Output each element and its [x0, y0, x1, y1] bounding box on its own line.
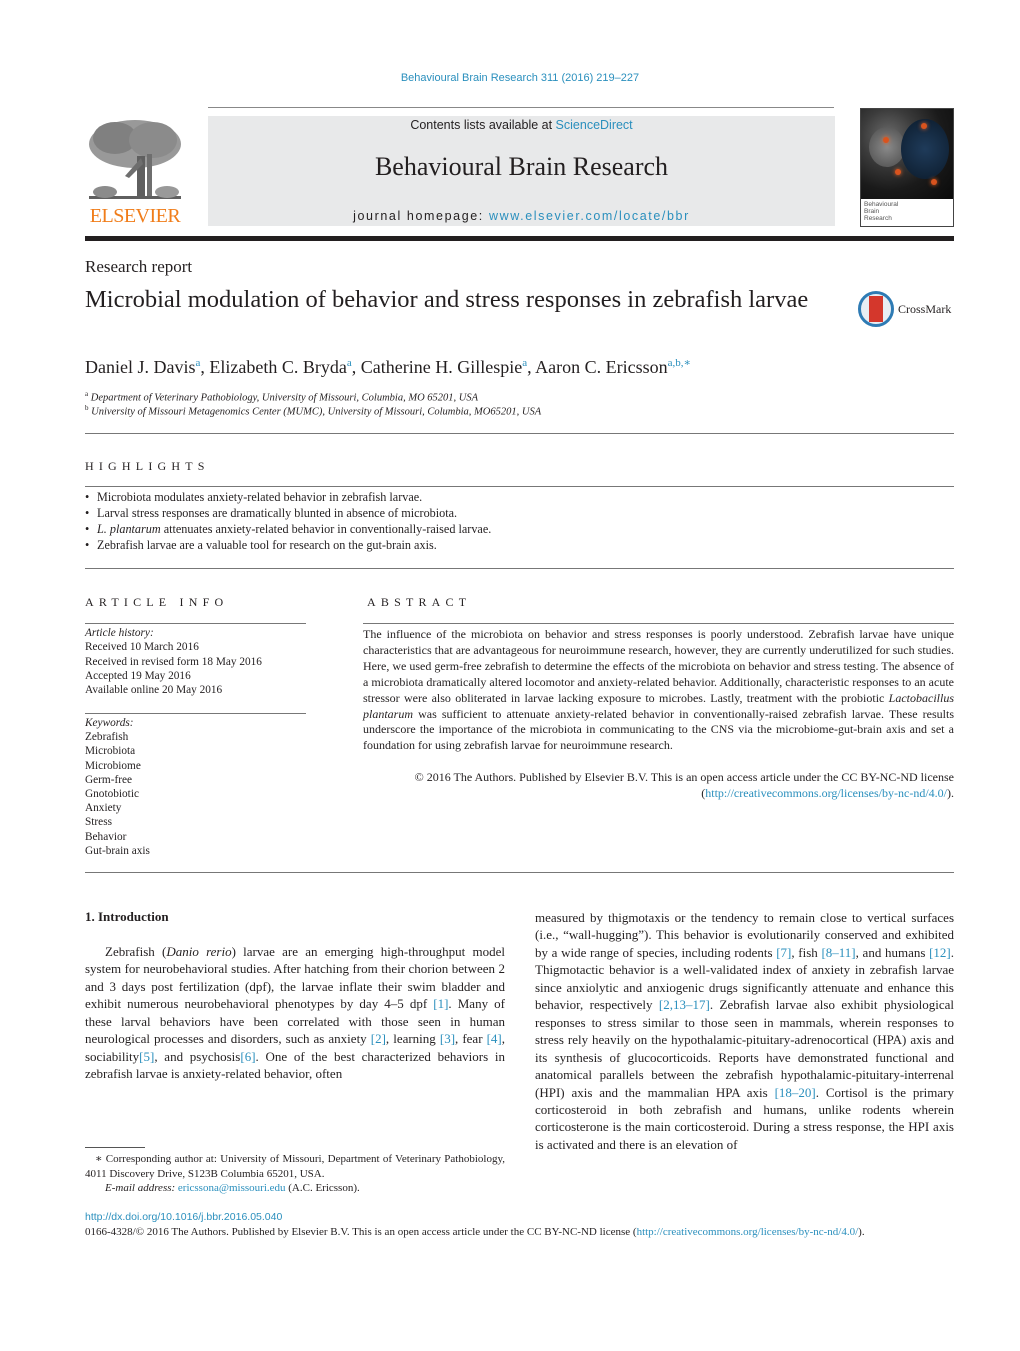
keyword: Behavior	[85, 831, 127, 843]
citation-link[interactable]: [6]	[240, 1049, 255, 1064]
keyword: Stress	[85, 816, 112, 828]
divider	[363, 623, 954, 624]
citation-link[interactable]: [1]	[433, 996, 448, 1011]
history-label: Article history:	[85, 627, 154, 639]
author-name: Catherine H. Gillespie	[360, 357, 523, 377]
crossmark-icon	[858, 291, 894, 327]
header-rule	[208, 107, 834, 108]
email-note: E-mail address: ericssona@missouri.edu (…	[105, 1182, 360, 1195]
italic-text: Danio rerio	[166, 944, 232, 959]
highlight-item: • Microbiota modulates anxiety-related be…	[85, 490, 423, 504]
highlights-heading: HIGHLIGHTS	[85, 459, 210, 473]
history-item: Accepted 19 May 2016	[85, 670, 191, 682]
divider	[85, 568, 954, 569]
journal-title: Behavioural Brain Research	[374, 152, 669, 181]
author-affil-sup[interactable]: a	[195, 357, 200, 369]
citation-link[interactable]: [3]	[440, 1031, 455, 1046]
body-text: , and humans	[855, 944, 930, 960]
cover-title: Behavioural Brain Research	[864, 201, 899, 222]
history-item: Available online 20 May 2016	[85, 684, 223, 696]
author-name: Elizabeth C. Bryda	[209, 357, 347, 377]
citation-link[interactable]: [12]	[929, 945, 951, 960]
citation-link[interactable]: [18–20]	[775, 1085, 816, 1100]
abstract-copyright: © 2016 The Authors. Published by Elsevie…	[414, 770, 954, 800]
footnote-rule	[85, 1147, 145, 1148]
corresponding-author-note: ∗ Corresponding author at: University of…	[85, 1153, 505, 1180]
intro-column-right: measured by thigmotaxis or the tendency …	[535, 909, 954, 1153]
author-affil-sup[interactable]: a	[522, 357, 527, 369]
body-text: , fear	[455, 1031, 487, 1047]
history-item: Received 10 March 2016	[85, 641, 199, 653]
citation-link[interactable]: [5]	[139, 1049, 154, 1064]
keywords-label: Keywords:	[85, 717, 134, 729]
email-link[interactable]: ericssona@missouri.edu	[178, 1182, 286, 1194]
author-affil-sup[interactable]: a	[347, 357, 352, 369]
affiliation-b: b University of Missouri Metagenomics Ce…	[85, 404, 542, 418]
footnotes: ∗ Corresponding author at: University of…	[85, 1152, 505, 1196]
crossmark-badge[interactable]: CrossMark	[858, 291, 958, 331]
author-name: Aaron C. Ericsson	[535, 357, 668, 377]
header-thick-rule	[85, 236, 954, 241]
keyword: Microbiome	[85, 760, 141, 772]
author-affil-sup[interactable]: a,b,∗	[668, 357, 691, 369]
highlight-item: • L. plantarum attenuates anxiety-related…	[85, 522, 492, 536]
journal-cover-thumbnail[interactable]: Behavioural Brain Research	[860, 108, 954, 227]
citation-link[interactable]: [2]	[371, 1031, 386, 1046]
sciencedirect-link[interactable]: ScienceDirect	[556, 118, 633, 132]
doi-link[interactable]: http://dx.doi.org/10.1016/j.bbr.2016.05.…	[85, 1211, 282, 1223]
article-type: Research report	[85, 257, 193, 276]
keyword: Gut-brain axis	[85, 845, 150, 857]
contents-prefix: Contents lists available at	[410, 118, 556, 132]
license-link[interactable]: http://creativecommons.org/licenses/by-n…	[705, 786, 947, 800]
divider	[85, 486, 954, 487]
citation-link[interactable]: [4]	[487, 1031, 502, 1046]
body-text: , learning	[385, 1031, 440, 1047]
divider	[85, 433, 954, 434]
article-title: Microbial modulation of behavior and str…	[85, 286, 809, 313]
section-heading-introduction: 1. Introduction	[85, 909, 169, 924]
article-info-heading: ARTICLE INFO	[85, 595, 229, 609]
journal-reference[interactable]: Behavioural Brain Research 311 (2016) 21…	[0, 72, 1020, 84]
homepage-line: journal homepage: www.elsevier.com/locat…	[208, 209, 835, 223]
divider	[85, 713, 306, 714]
elsevier-wordmark: ELSEVIER	[89, 205, 181, 227]
footer-license-link[interactable]: http://creativecommons.org/licenses/by-n…	[637, 1226, 859, 1238]
body-text: , fish	[791, 944, 822, 960]
keyword: Zebrafish	[85, 731, 129, 743]
journal-banner: Contents lists available at ScienceDirec…	[208, 116, 835, 226]
abstract-text: The influence of the microbiota on behav…	[363, 627, 954, 753]
highlight-item: • Larval stress responses are dramaticall…	[85, 506, 458, 520]
contents-line: Contents lists available at ScienceDirec…	[208, 118, 835, 132]
highlight-item: • Zebrafish larvae are a valuable tool fo…	[85, 538, 437, 552]
keyword: Microbiota	[85, 745, 136, 757]
elsevier-tree-icon	[89, 120, 181, 199]
issn-line: 0166-4328/© 2016 The Authors. Published …	[85, 1226, 865, 1238]
keyword: Gnotobiotic	[85, 788, 139, 800]
homepage-prefix: journal homepage:	[353, 209, 489, 223]
citation-link[interactable]: [8–11]	[821, 945, 855, 960]
elsevier-logo[interactable]: ELSEVIER	[85, 116, 185, 228]
abstract-heading: ABSTRACT	[367, 595, 472, 609]
cover-image	[861, 109, 953, 199]
author-list: Daniel J. Davisa, Elizabeth C. Brydaa, C…	[85, 357, 691, 377]
divider	[85, 872, 954, 873]
citation-link[interactable]: [2,13–17]	[659, 997, 710, 1012]
crossmark-label: CrossMark	[898, 302, 952, 316]
intro-column-left: Zebrafish (Danio rerio) larvae are an em…	[85, 943, 505, 1083]
divider	[85, 623, 306, 624]
history-item: Received in revised form 18 May 2016	[85, 656, 262, 668]
affiliation-a: a Department of Veterinary Pathobiology,…	[85, 390, 479, 404]
keyword: Anxiety	[85, 802, 122, 814]
body-text: Zebrafish (	[105, 944, 167, 959]
citation-link[interactable]: [7]	[776, 945, 791, 960]
keyword: Germ-free	[85, 774, 133, 786]
body-text: , and psychosis	[154, 1048, 241, 1064]
homepage-link[interactable]: www.elsevier.com/locate/bbr	[489, 209, 690, 223]
author-name: Daniel J. Davis	[85, 357, 196, 377]
